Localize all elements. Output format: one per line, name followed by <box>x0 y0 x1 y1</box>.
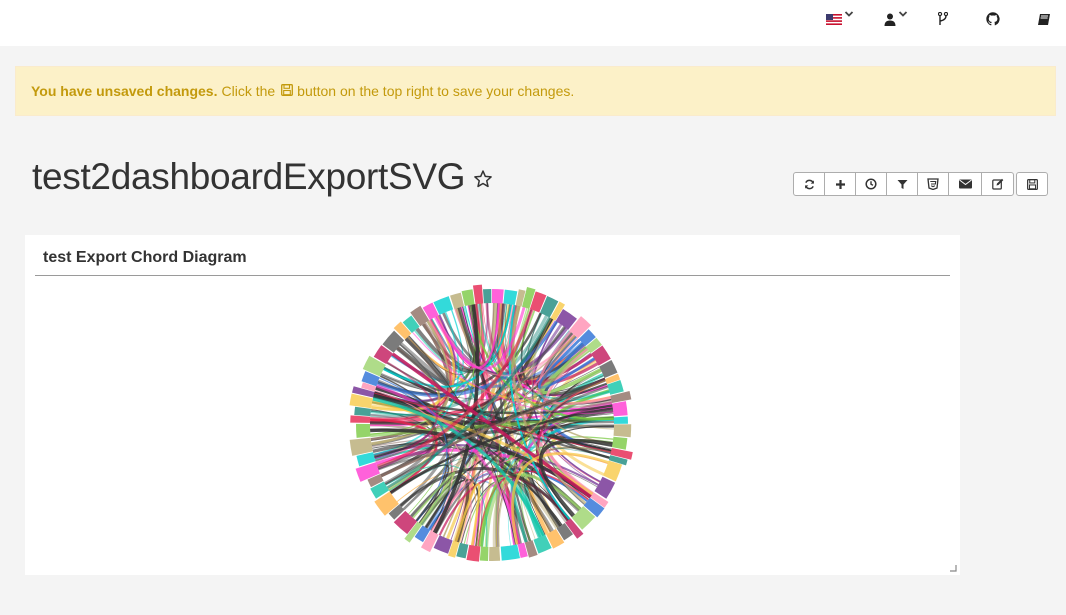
chord-group-arc[interactable] <box>612 401 628 417</box>
us-flag-icon <box>826 13 842 25</box>
chord-group-arc[interactable] <box>479 546 489 561</box>
edit-button[interactable] <box>981 172 1014 196</box>
panel-title: test Export Chord Diagram <box>43 249 247 266</box>
chord-group-arc[interactable] <box>500 544 521 561</box>
user-icon <box>884 13 896 26</box>
filter-icon <box>897 179 907 189</box>
chord-group-arc[interactable] <box>350 415 371 423</box>
css3-icon <box>927 178 939 190</box>
save-button[interactable] <box>1016 172 1048 196</box>
save-icon <box>1026 178 1038 190</box>
refresh-icon <box>804 179 814 189</box>
github-link[interactable] <box>986 8 1000 30</box>
user-dropdown[interactable] <box>884 8 908 30</box>
dashboard-title[interactable]: test2dashboardExportSVG <box>32 156 466 198</box>
refresh-interval-button[interactable] <box>855 172 887 196</box>
code-fork-link[interactable] <box>938 8 948 30</box>
chord-chart-area <box>25 276 960 575</box>
save-icon <box>281 83 294 99</box>
chart-panel: test Export Chord Diagram <box>25 235 960 575</box>
chord-group-arc[interactable] <box>603 460 623 482</box>
chord-group-arc[interactable] <box>482 289 492 304</box>
chord-group-arc[interactable] <box>355 423 371 438</box>
chord-group-arc[interactable] <box>354 406 372 417</box>
chevron-down-icon <box>844 11 854 17</box>
dashboard-toolbar <box>793 172 1048 196</box>
chord-group-arc[interactable] <box>492 289 504 304</box>
book-icon <box>1038 13 1050 25</box>
top-navbar <box>0 0 1066 46</box>
chord-group-arc[interactable] <box>611 436 628 450</box>
unsaved-changes-alert: You have unsaved changes. Click the butt… <box>15 66 1056 116</box>
language-dropdown[interactable] <box>826 8 854 30</box>
star-icon[interactable] <box>473 169 493 189</box>
chord-diagram[interactable] <box>25 276 960 575</box>
github-icon <box>986 12 1000 26</box>
chord-group-arc[interactable] <box>466 544 481 562</box>
chord-group-arc[interactable] <box>461 289 475 307</box>
dashboard-header: test2dashboardExportSVG <box>32 156 493 198</box>
chord-group-arc[interactable] <box>489 546 501 561</box>
chord-group-arc[interactable] <box>472 284 484 305</box>
resize-handle-icon[interactable] <box>949 564 957 572</box>
css-button[interactable] <box>917 172 949 196</box>
documentation-link[interactable] <box>1037 8 1051 30</box>
plus-icon <box>835 179 845 189</box>
refresh-button[interactable] <box>793 172 825 196</box>
add-button[interactable] <box>824 172 856 196</box>
envelope-icon <box>958 179 972 189</box>
chevron-down-icon <box>898 11 908 17</box>
alert-text-before: Click the <box>221 83 276 99</box>
alert-bold-text: You have unsaved changes. <box>31 83 218 99</box>
clock-icon <box>865 178 877 190</box>
filter-button[interactable] <box>886 172 918 196</box>
email-button[interactable] <box>948 172 982 196</box>
chord-group-arc[interactable] <box>613 416 628 424</box>
chord-group-arc[interactable] <box>613 424 632 438</box>
alert-text-after: button on the top right to save your cha… <box>297 83 575 99</box>
chord-group-arc[interactable] <box>503 289 518 306</box>
edit-icon <box>991 178 1003 190</box>
code-fork-icon <box>938 12 948 25</box>
